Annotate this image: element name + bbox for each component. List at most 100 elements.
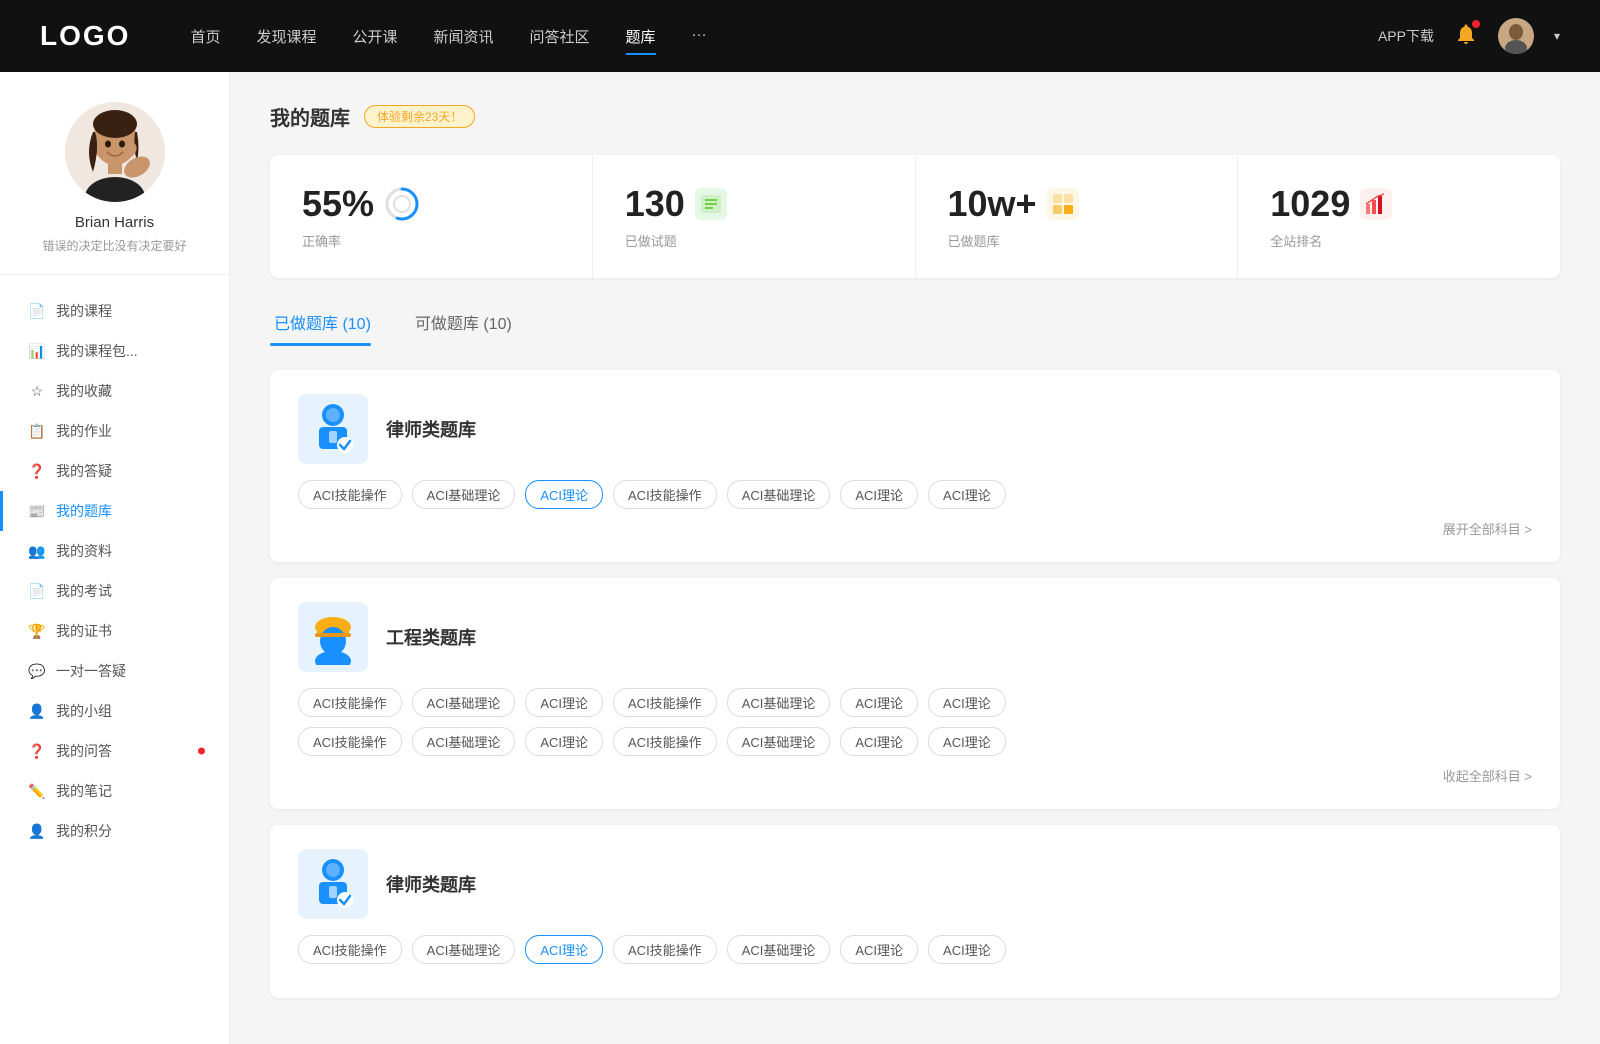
qbank-tag-0-1[interactable]: ACI基础理论	[412, 480, 516, 509]
nav-item-首页[interactable]: 首页	[190, 22, 220, 51]
nav-item-新闻资讯[interactable]: 新闻资讯	[434, 22, 494, 51]
trial-badge: 体验剩余23天！	[364, 105, 475, 128]
qbank-card-header-2: 律师类题库	[298, 849, 1532, 919]
user-avatar[interactable]	[1498, 18, 1534, 54]
qbank-tag-0-2[interactable]: ACI理论	[525, 480, 603, 509]
qbank-tag-2-1[interactable]: ACI基础理论	[412, 935, 516, 964]
qbank-tag-r2-1-6[interactable]: ACI理论	[928, 727, 1006, 756]
qbank-tag-2-3[interactable]: ACI技能操作	[613, 935, 717, 964]
sidebar-item-label-12: 我的笔记	[56, 781, 112, 801]
sidebar-item-icon-6: 👥	[28, 542, 46, 560]
stat-rank-value-row: 1029	[1270, 183, 1528, 225]
qbank-tag-r2-1-4[interactable]: ACI基础理论	[727, 727, 831, 756]
nav-item-题库[interactable]: 题库	[626, 22, 656, 51]
sidebar-item-13[interactable]: 👤我的积分	[0, 811, 229, 851]
qbank-tag-r2-1-3[interactable]: ACI技能操作	[613, 727, 717, 756]
stat-accuracy-value: 55%	[302, 183, 374, 225]
engineer-icon	[307, 609, 359, 665]
sidebar-item-label-2: 我的收藏	[56, 381, 112, 401]
nav-item-公开课[interactable]: 公开课	[352, 22, 397, 51]
sidebar-motto: 错误的决定比没有决定要好	[42, 237, 186, 254]
nav-item-···[interactable]: ···	[692, 22, 707, 51]
sidebar-item-10[interactable]: 👤我的小组	[0, 691, 229, 731]
navbar: LOGO 首页 发现课程 公开课 新闻资讯 问答社区 题库 ··· APP下载 ▾	[0, 0, 1600, 72]
qbank-tag-1-3[interactable]: ACI技能操作	[613, 688, 717, 717]
sidebar-item-7[interactable]: 📄我的考试	[0, 571, 229, 611]
qbank-tag-0-6[interactable]: ACI理论	[928, 480, 1006, 509]
stat-done-questions-label: 已做试题	[625, 231, 883, 250]
lawyer-icon	[309, 401, 357, 457]
stat-done-questions-value: 130	[625, 183, 685, 225]
sidebar-item-2[interactable]: ☆ 我的收藏	[0, 371, 229, 411]
qbank-container: 律师类题库ACI技能操作ACI基础理论ACI理论ACI技能操作ACI基础理论AC…	[270, 370, 1560, 998]
notification-bell-button[interactable]	[1454, 22, 1478, 51]
qbank-footer-1: 收起全部科目 >	[298, 766, 1532, 785]
sidebar-item-label-1: 我的课程包...	[56, 341, 138, 361]
sidebar-item-icon-12: ✏️	[28, 782, 46, 800]
qbank-tags-2: ACI技能操作 ACI基础理论 ACI理论 ACI技能操作 ACI基础理论 ACI理论 AC…	[298, 935, 1532, 964]
sidebar-item-0[interactable]: 📄我的课程	[0, 291, 229, 331]
sidebar-item-6[interactable]: 👥 我的资料	[0, 531, 229, 571]
tab-0[interactable]: 已做题库 (10)	[270, 302, 391, 346]
sidebar-item-4[interactable]: ❓我的答疑	[0, 451, 229, 491]
nav-item-发现课程[interactable]: 发现课程	[256, 22, 316, 51]
qbank-tag-2-2[interactable]: ACI理论	[525, 935, 603, 964]
qbank-tag-2-4[interactable]: ACI基础理论	[727, 935, 831, 964]
sidebar-item-icon-13: 👤	[28, 822, 46, 840]
sidebar-item-label-11: 我的问答	[56, 741, 112, 761]
navbar-right: APP下载 ▾	[1378, 18, 1560, 54]
user-dropdown-arrow[interactable]: ▾	[1554, 29, 1560, 43]
qbank-footer-0: 展开全部科目 >	[298, 519, 1532, 538]
sidebar-item-icon-10: 👤	[28, 702, 46, 720]
qbank-tag-1-6[interactable]: ACI理论	[928, 688, 1006, 717]
stat-done-banks-value: 10w+	[948, 183, 1037, 225]
qbank-tag-0-4[interactable]: ACI基础理论	[727, 480, 831, 509]
sidebar-item-11[interactable]: ❓我的问答	[0, 731, 229, 771]
qbank-card-2: 律师类题库ACI技能操作ACI基础理论ACI理论ACI技能操作ACI基础理论AC…	[270, 825, 1560, 998]
tab-1[interactable]: 可做题库 (10)	[411, 302, 532, 346]
sidebar: Brian Harris 错误的决定比没有决定要好 📄我的课程📊我的课程包...…	[0, 72, 230, 1044]
qbank-tag-1-0[interactable]: ACI技能操作	[298, 688, 402, 717]
qbank-tag-2-6[interactable]: ACI理论	[928, 935, 1006, 964]
sidebar-item-1[interactable]: 📊我的课程包...	[0, 331, 229, 371]
sidebar-item-label-9: 一对一答疑	[56, 661, 126, 681]
qbank-tag-1-4[interactable]: ACI基础理论	[727, 688, 831, 717]
logo: LOGO	[40, 20, 130, 52]
stat-rank-value: 1029	[1270, 183, 1350, 225]
sidebar-item-12[interactable]: ✏️ 我的笔记	[0, 771, 229, 811]
sidebar-item-3[interactable]: 📋我的作业	[0, 411, 229, 451]
qbank-tag-r2-1-0[interactable]: ACI技能操作	[298, 727, 402, 756]
qbank-tag-r2-1-1[interactable]: ACI基础理论	[412, 727, 516, 756]
expand-link-0[interactable]: 展开全部科目 >	[1443, 519, 1532, 538]
sidebar-item-9[interactable]: 💬一对一答疑	[0, 651, 229, 691]
sidebar-item-label-5: 我的题库	[56, 501, 112, 521]
qbank-card-header-1: 工程类题库	[298, 602, 1532, 672]
main-content: 我的题库 体验剩余23天！ 55% 正确率	[230, 72, 1600, 1044]
qbank-tag-1-2[interactable]: ACI理论	[525, 688, 603, 717]
stat-accuracy-value-row: 55%	[302, 183, 560, 225]
sidebar-menu: 📄我的课程📊我的课程包... ☆ 我的收藏 📋我的作业❓我的答疑 📰 我的题库 👥 我的资料 📄…	[0, 275, 229, 867]
qbank-tag-r2-1-2[interactable]: ACI理论	[525, 727, 603, 756]
avatar-image	[1498, 18, 1534, 54]
qbank-tag-1-5[interactable]: ACI理论	[840, 688, 918, 717]
qbank-tag-2-5[interactable]: ACI理论	[840, 935, 918, 964]
sidebar-item-label-6: 我的资料	[56, 541, 112, 561]
sidebar-item-label-3: 我的作业	[56, 421, 112, 441]
qbank-title-2: 律师类题库	[386, 871, 476, 897]
qbank-tag-1-1[interactable]: ACI基础理论	[412, 688, 516, 717]
sidebar-item-icon-2: ☆	[28, 382, 46, 400]
sidebar-item-icon-5: 📰	[28, 502, 46, 520]
qbank-tag-r2-1-5[interactable]: ACI理论	[840, 727, 918, 756]
qbank-tag-0-5[interactable]: ACI理论	[840, 480, 918, 509]
app-download-button[interactable]: APP下载	[1378, 26, 1434, 46]
sidebar-item-5[interactable]: 📰 我的题库	[0, 491, 229, 531]
expand-link-1[interactable]: 收起全部科目 >	[1443, 766, 1532, 785]
page-layout: Brian Harris 错误的决定比没有决定要好 📄我的课程📊我的课程包...…	[0, 72, 1600, 1044]
stat-accuracy-label: 正确率	[302, 231, 560, 250]
qbank-tag-0-3[interactable]: ACI技能操作	[613, 480, 717, 509]
qbank-tag-2-0[interactable]: ACI技能操作	[298, 935, 402, 964]
sidebar-item-8[interactable]: 🏆我的证书	[0, 611, 229, 651]
qbank-tag-0-0[interactable]: ACI技能操作	[298, 480, 402, 509]
nav-item-问答社区[interactable]: 问答社区	[530, 22, 590, 51]
sidebar-item-icon-7: 📄	[28, 582, 46, 600]
